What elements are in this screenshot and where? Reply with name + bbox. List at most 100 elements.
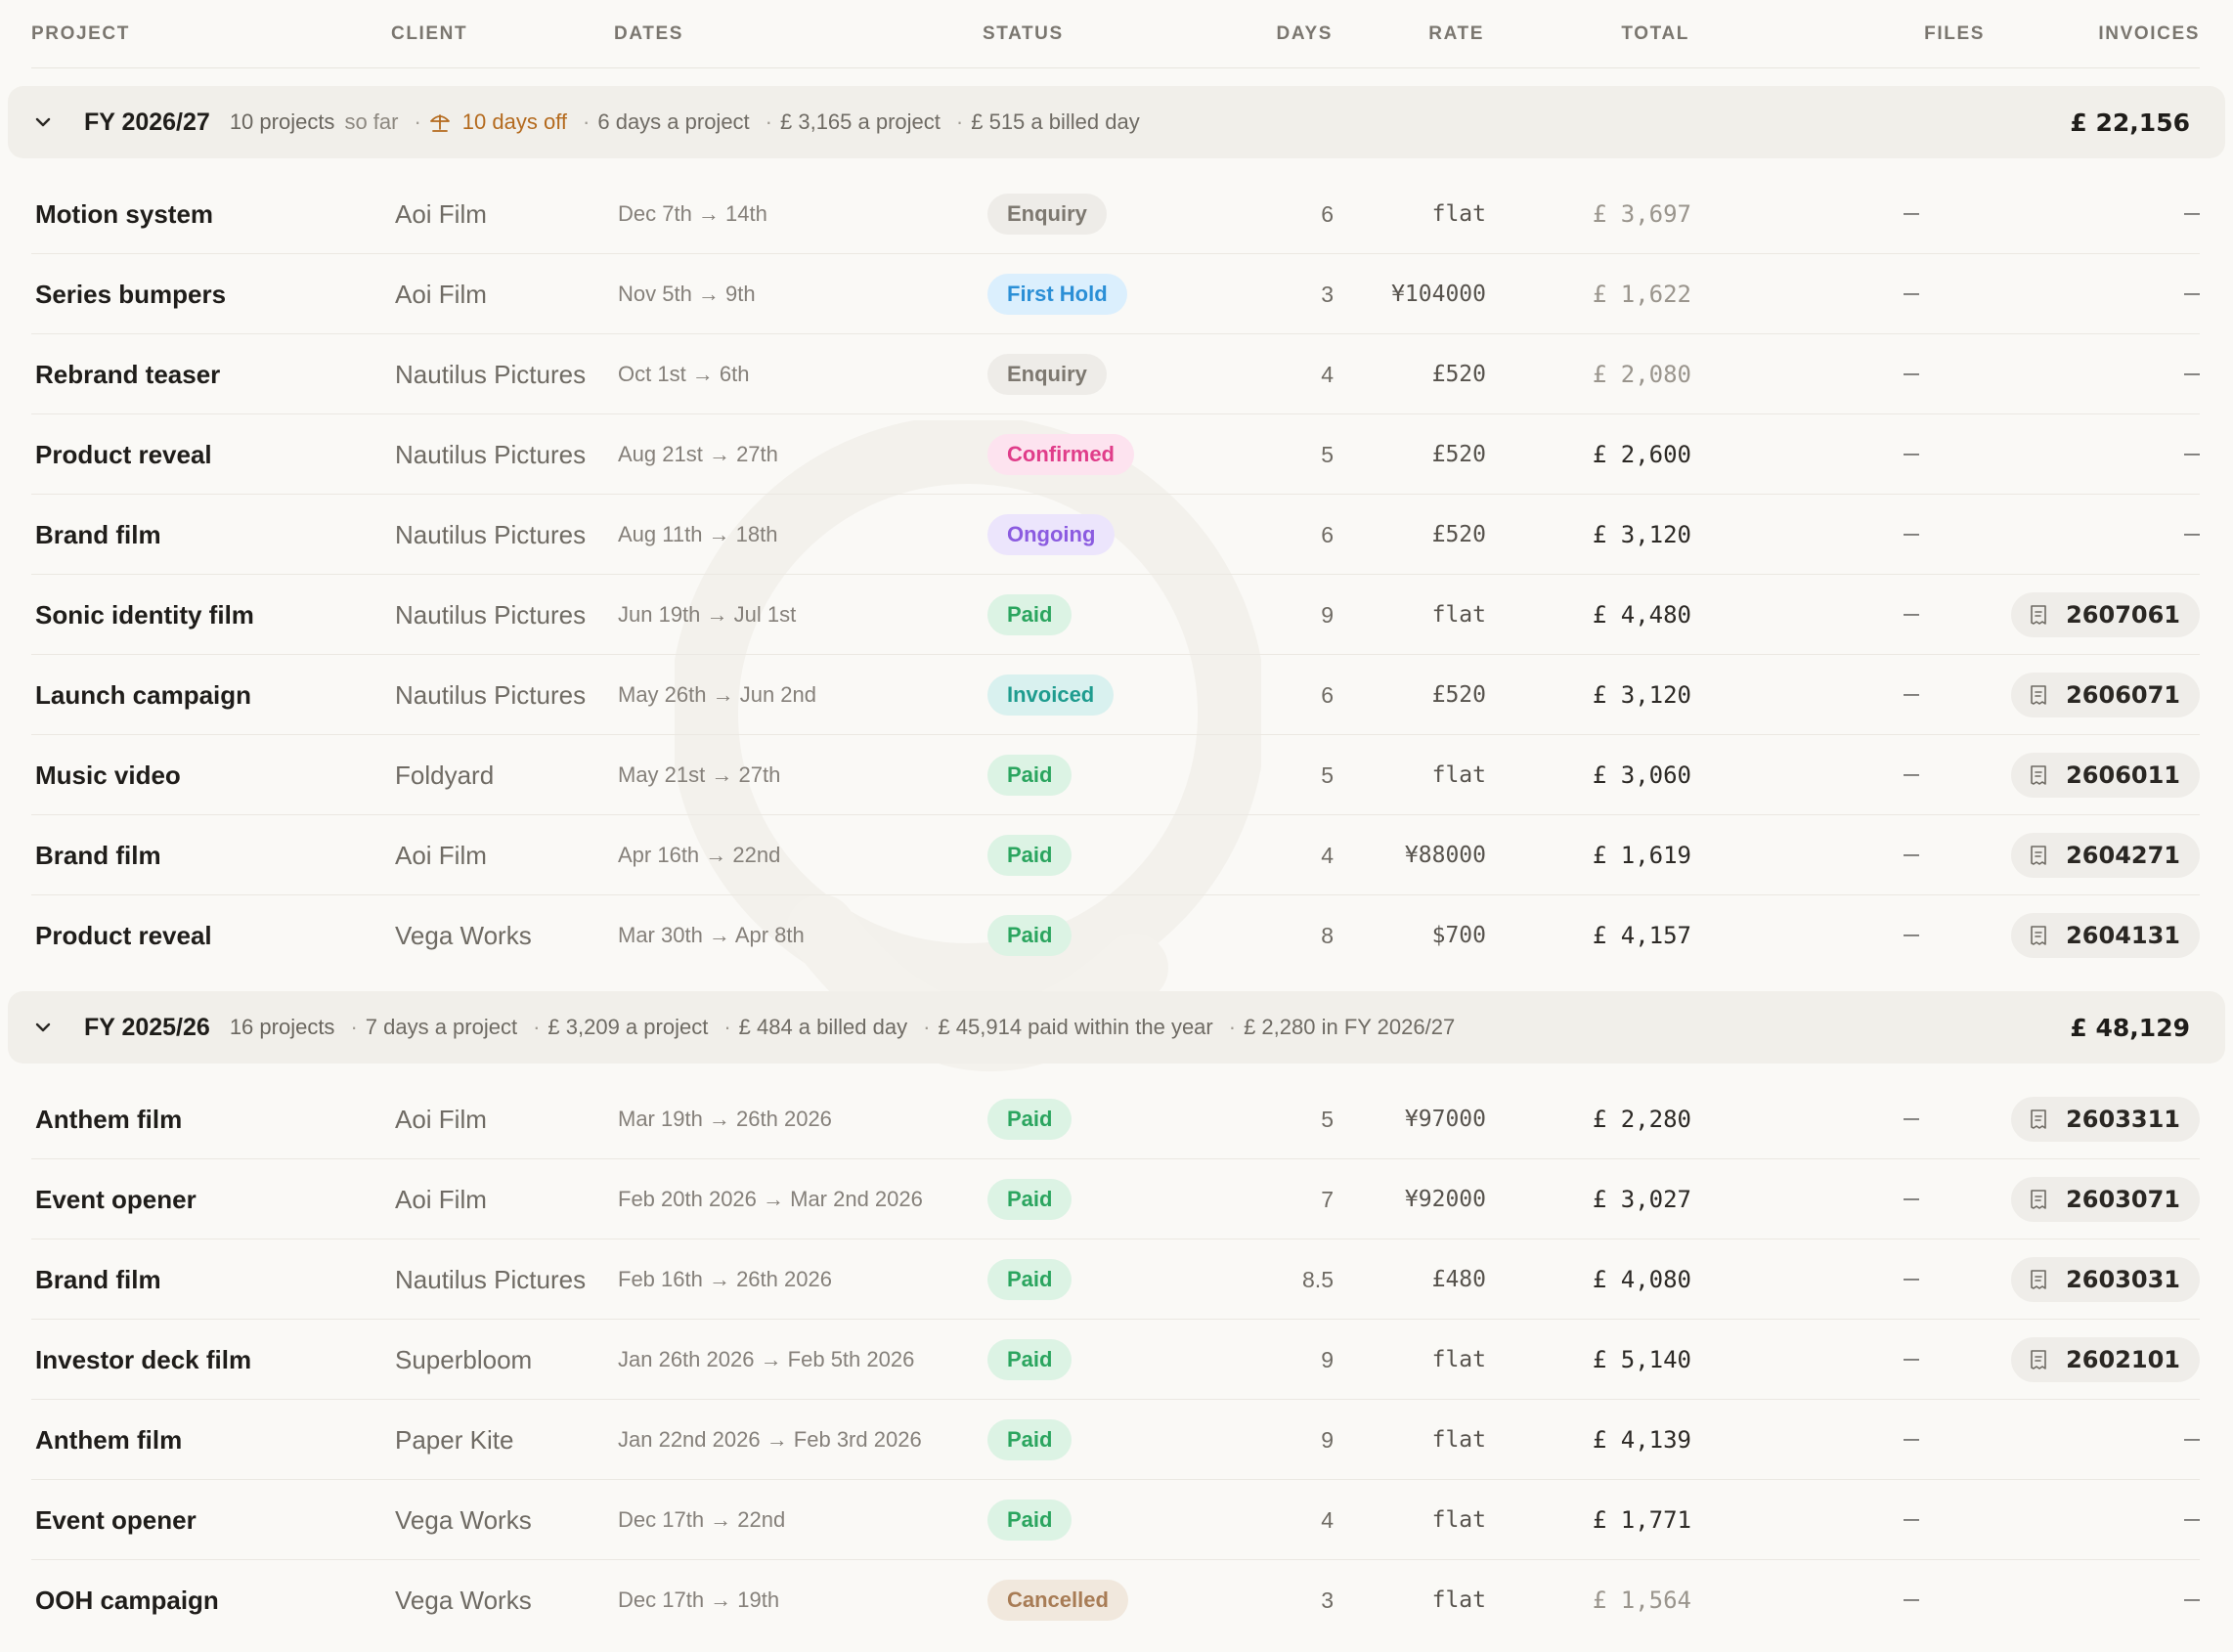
files-cell: — — [1838, 254, 1985, 334]
project-dates: Feb 16th → 26th 2026 — [618, 1267, 832, 1291]
table-row[interactable]: Event opener Vega Works Dec 17th → 22nd Pai… — [0, 1480, 2233, 1560]
receipt-icon — [2029, 1269, 2058, 1290]
invoice-number: 2602101 — [2066, 1346, 2180, 1373]
files-empty: — — [1904, 205, 1919, 222]
invoice-button[interactable]: 2602101 — [2011, 1337, 2200, 1382]
status-badge[interactable]: Paid — [987, 915, 1073, 956]
column-header-client[interactable]: CLIENT — [391, 0, 587, 68]
project-name[interactable]: Series bumpers — [35, 254, 387, 334]
chevron-down-icon[interactable] — [31, 110, 55, 134]
project-dates: Mar 19th → 26th 2026 — [618, 1107, 832, 1131]
rate-value: £520 — [1431, 362, 1486, 387]
project-name[interactable]: Launch campaign — [35, 655, 387, 735]
table-row[interactable]: Investor deck film Superbloom Jan 26th 202… — [0, 1320, 2233, 1400]
client-name-text: Nautilus Pictures — [395, 1264, 587, 1294]
rate-value: £520 — [1431, 442, 1486, 467]
project-name[interactable]: OOH campaign — [35, 1560, 387, 1640]
status-cell: Enquiry — [987, 174, 1242, 254]
client-name: Aoi Film — [395, 1159, 591, 1239]
invoice-number: 2604271 — [2066, 842, 2180, 869]
project-name[interactable]: Rebrand teaser — [35, 334, 387, 414]
table-row[interactable]: Music video Foldyard May 21st → 27th Paid 5 f… — [0, 735, 2233, 815]
table-row[interactable]: Product reveal Vega Works Mar 30th → Apr 8… — [0, 895, 2233, 976]
client-name-text: Aoi Film — [395, 279, 487, 309]
projects-page: PROJECT CLIENT DATES STATUS DAYS RATE TO… — [0, 0, 2233, 1652]
fiscal-year-group-header[interactable]: FY 2025/26 16 projects · 7 days a project · £… — [8, 991, 2225, 1064]
total-value: £ 1,619 — [1592, 842, 1691, 869]
table-row[interactable]: Brand film Nautilus Pictures Feb 16th → 26… — [0, 1239, 2233, 1320]
project-name[interactable]: Brand film — [35, 1239, 387, 1320]
status-cell: Paid — [987, 1480, 1242, 1560]
table-row[interactable]: Brand film Aoi Film Apr 16th → 22nd Paid 4 ¥8… — [0, 815, 2233, 895]
table-row[interactable]: Anthem film Aoi Film Mar 19th → 26th 2026 P… — [0, 1079, 2233, 1159]
project-name[interactable]: Sonic identity film — [35, 575, 387, 655]
column-header-days[interactable]: DAYS — [1235, 0, 1333, 68]
status-badge[interactable]: Paid — [987, 1419, 1073, 1460]
project-dates: Dec 17th → 19th — [618, 1587, 780, 1612]
status-badge[interactable]: Paid — [987, 594, 1073, 635]
invoice-cell: — — [1985, 174, 2200, 254]
chevron-down-icon[interactable] — [31, 1016, 55, 1039]
project-name[interactable]: Anthem film — [35, 1079, 387, 1159]
table-row[interactable]: Sonic identity film Nautilus Pictures Jun … — [0, 575, 2233, 655]
status-badge[interactable]: Paid — [987, 1099, 1073, 1140]
status-badge[interactable]: Paid — [987, 835, 1073, 876]
status-badge[interactable]: Confirmed — [987, 434, 1134, 475]
project-name[interactable]: Product reveal — [35, 895, 387, 976]
project-name[interactable]: Brand film — [35, 495, 387, 575]
client-name: Aoi Film — [395, 815, 591, 895]
invoice-button[interactable]: 2606011 — [2011, 753, 2200, 798]
status-badge[interactable]: Invoiced — [987, 674, 1115, 716]
project-name[interactable]: Investor deck film — [35, 1320, 387, 1400]
column-header-project[interactable]: PROJECT — [31, 0, 383, 68]
fiscal-year-group-header[interactable]: FY 2026/27 10 projects so far · 10 days off ·… — [8, 86, 2225, 158]
status-badge[interactable]: Paid — [987, 755, 1073, 796]
project-name[interactable]: Product reveal — [35, 414, 387, 495]
project-name[interactable]: Music video — [35, 735, 387, 815]
status-badge[interactable]: Enquiry — [987, 354, 1107, 395]
invoice-button[interactable]: 2603071 — [2011, 1177, 2200, 1222]
invoice-button[interactable]: 2603311 — [2011, 1097, 2200, 1142]
column-header-files[interactable]: FILES — [1838, 0, 1985, 68]
files-empty: — — [1904, 446, 1919, 462]
table-row[interactable]: Motion system Aoi Film Dec 7th → 14th Enqui… — [0, 174, 2233, 254]
table-row[interactable]: OOH campaign Vega Works Dec 17th → 19th Can… — [0, 1560, 2233, 1640]
project-name[interactable]: Brand film — [35, 815, 387, 895]
status-badge[interactable]: Cancelled — [987, 1580, 1128, 1621]
column-header-dates[interactable]: DATES — [614, 0, 966, 68]
status-badge[interactable]: Paid — [987, 1259, 1073, 1300]
group-total: £ 22,156 — [2070, 108, 2190, 137]
invoice-button[interactable]: 2606071 — [2011, 673, 2200, 717]
table-row[interactable]: Brand film Nautilus Pictures Aug 11th → 18… — [0, 495, 2233, 575]
table-row[interactable]: Anthem film Paper Kite Jan 22nd 2026 → Feb… — [0, 1400, 2233, 1480]
status-badge[interactable]: Ongoing — [987, 514, 1116, 555]
days-value: 6 — [1321, 521, 1334, 547]
table-row[interactable]: Event opener Aoi Film Feb 20th 2026 → Mar … — [0, 1159, 2233, 1239]
invoice-button[interactable]: 2604271 — [2011, 833, 2200, 878]
files-cell: — — [1838, 1079, 1985, 1159]
status-badge[interactable]: Enquiry — [987, 194, 1107, 235]
total-value: £ 3,027 — [1592, 1186, 1691, 1213]
column-header-total[interactable]: TOTAL — [1523, 0, 1689, 68]
separator-dot: · — [1228, 1015, 1237, 1039]
invoice-button[interactable]: 2603031 — [2011, 1257, 2200, 1302]
project-name[interactable]: Anthem film — [35, 1400, 387, 1480]
column-header-status[interactable]: STATUS — [983, 0, 1237, 68]
status-badge[interactable]: First Hold — [987, 274, 1127, 315]
column-header-rate[interactable]: RATE — [1347, 0, 1484, 68]
invoice-button[interactable]: 2604131 — [2011, 913, 2200, 958]
table-row[interactable]: Product reveal Nautilus Pictures Aug 21st … — [0, 414, 2233, 495]
table-row[interactable]: Launch campaign Nautilus Pictures May 26th… — [0, 655, 2233, 735]
invoice-button[interactable]: 2607061 — [2011, 592, 2200, 637]
column-header-invoices[interactable]: INVOICES — [1985, 0, 2200, 68]
rate-value: flat — [1431, 1507, 1486, 1533]
project-name[interactable]: Event opener — [35, 1159, 387, 1239]
group-days-per-project: 7 days a project — [365, 1015, 518, 1039]
status-badge[interactable]: Paid — [987, 1179, 1073, 1220]
status-badge[interactable]: Paid — [987, 1339, 1073, 1380]
project-name[interactable]: Motion system — [35, 174, 387, 254]
table-row[interactable]: Rebrand teaser Nautilus Pictures Oct 1st →… — [0, 334, 2233, 414]
status-badge[interactable]: Paid — [987, 1500, 1073, 1541]
table-row[interactable]: Series bumpers Aoi Film Nov 5th → 9th First… — [0, 254, 2233, 334]
project-name[interactable]: Event opener — [35, 1480, 387, 1560]
